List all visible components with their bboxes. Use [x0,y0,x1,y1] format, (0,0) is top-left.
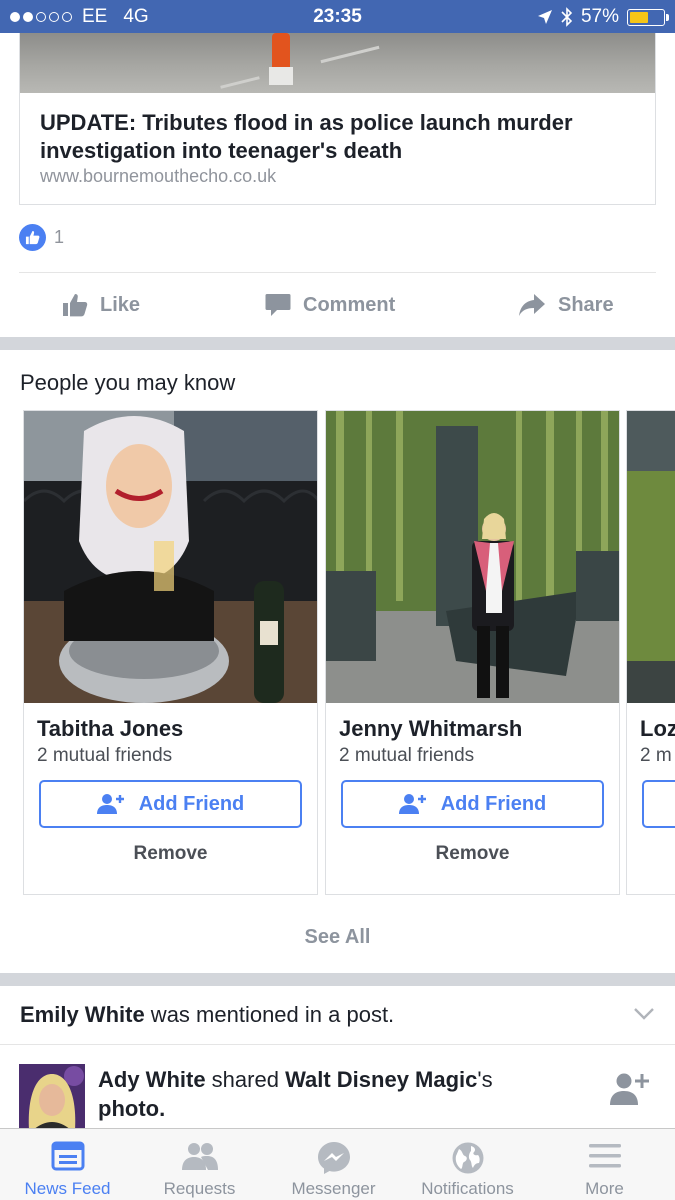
tab-messenger[interactable]: Messenger [266,1129,401,1200]
mention-text: was mentioned in a post. [144,1002,395,1027]
remove-button[interactable]: Remove [24,843,317,865]
divider [19,272,656,273]
location-arrow-icon [537,10,552,24]
link-title[interactable]: UPDATE: Tributes flood in as police laun… [40,109,640,165]
add-friend-label: Add Friend [138,792,245,815]
pymk-name[interactable]: Tabitha Jones [37,716,183,742]
thumbs-up-icon [63,294,88,317]
mentioned-user-name[interactable]: Emily White [20,1002,145,1027]
profile-photo[interactable] [326,411,619,703]
tab-label: More [585,1179,624,1198]
page-name[interactable]: Walt Disney Magic [285,1067,477,1092]
divider [0,1044,675,1045]
like-button[interactable]: Like [62,283,140,327]
status-right-group: 57% [537,6,669,28]
tab-label: Messenger [291,1179,376,1198]
battery-icon [627,8,669,26]
pymk-title: People you may know [20,370,236,395]
profile-photo[interactable] [627,411,675,703]
globe-icon [452,1142,483,1174]
news-feed-icon [51,1141,84,1171]
story-headline[interactable]: Ady White shared Walt Disney Magic's pho… [98,1065,568,1123]
traffic-cone-graphic [266,33,296,93]
tab-notifications[interactable]: Notifications [400,1129,535,1200]
comment-button[interactable]: Comment [265,283,395,327]
tab-label: Requests [163,1179,236,1198]
add-friend-icon[interactable] [609,1072,649,1106]
comment-bubble-icon [265,294,291,316]
menu-icon [588,1144,621,1168]
add-friend-button[interactable]: Add Friend [341,780,604,828]
link-domain: www.bournemouthecho.co.uk [40,166,277,186]
add-friend-button[interactable]: Add Friend [39,780,302,828]
section-separator [0,337,675,350]
actor-name[interactable]: Ady White [98,1067,206,1092]
link-preview-card[interactable]: UPDATE: Tributes flood in as police laun… [19,33,656,205]
post-action-bar: Like Comment Share [0,283,675,327]
pymk-card[interactable]: Loz 2 m [626,410,675,895]
like-reaction-icon [19,224,46,251]
friend-requests-icon [181,1143,218,1170]
add-friend-icon [398,794,426,814]
like-label: Like [100,293,141,316]
status-bar: EE 4G 23:35 57% [0,0,675,33]
tab-label: News Feed [24,1179,111,1198]
story-object[interactable]: photo. [98,1096,165,1121]
share-arrow-icon [519,294,545,316]
share-label: Share [558,293,614,316]
see-all-link[interactable]: See All [0,926,675,949]
comment-label: Comment [303,293,396,316]
remove-button[interactable]: Remove [326,843,619,865]
story-verb: shared [205,1067,286,1092]
avatar[interactable] [19,1064,85,1130]
section-separator [0,973,675,986]
reaction-count: 1 [54,227,65,247]
chevron-down-icon[interactable] [633,1007,655,1021]
link-preview-image[interactable] [20,33,655,93]
reaction-summary[interactable]: 1 [19,224,64,251]
tab-news-feed[interactable]: News Feed [0,1129,135,1200]
mutual-friends-label[interactable]: 2 m [640,745,672,767]
tab-label: Notifications [421,1179,514,1198]
mutual-friends-label[interactable]: 2 mutual friends [339,745,474,767]
mention-notice[interactable]: Emily White was mentioned in a post. [20,1002,394,1028]
pymk-name[interactable]: Loz [640,716,675,742]
messenger-icon [317,1142,350,1174]
tab-requests[interactable]: Requests [132,1129,267,1200]
pymk-card[interactable]: Jenny Whitmarsh 2 mutual friends Add Fri… [325,410,620,895]
profile-photo[interactable] [24,411,317,703]
pymk-name[interactable]: Jenny Whitmarsh [339,716,522,742]
add-friend-button[interactable] [642,780,675,828]
tab-more[interactable]: More [537,1129,672,1200]
add-friend-icon [96,794,124,814]
pymk-card[interactable]: Tabitha Jones 2 mutual friends Add Frien… [23,410,318,895]
possessive-suffix: 's [477,1067,493,1092]
bluetooth-icon [561,7,573,27]
battery-percent: 57% [580,6,619,27]
mutual-friends-label[interactable]: 2 mutual friends [37,745,172,767]
share-button[interactable]: Share [518,283,614,327]
tab-bar: News Feed Requests Messenger Notificatio… [0,1128,675,1200]
add-friend-label: Add Friend [440,792,547,815]
